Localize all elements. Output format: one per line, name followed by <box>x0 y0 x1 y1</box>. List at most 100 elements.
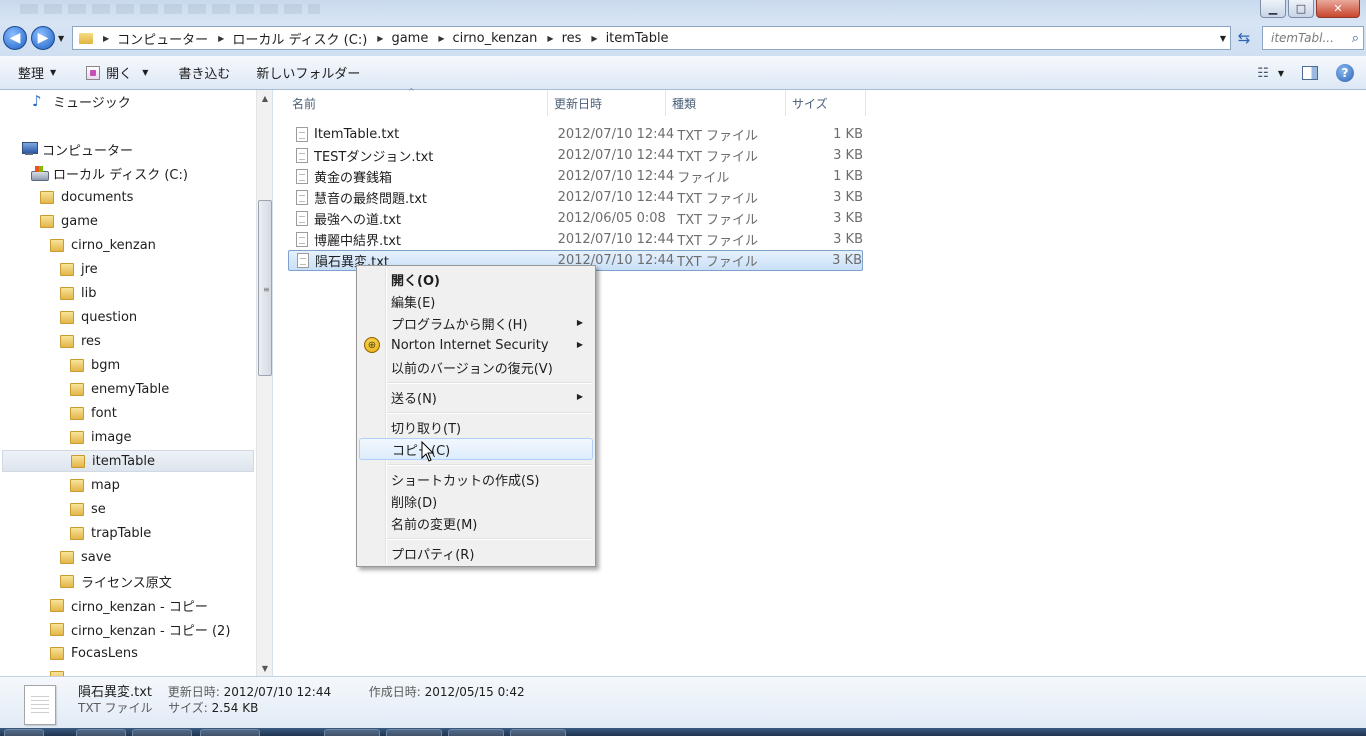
file-row[interactable]: TESTダンジョン.txt 2012/07/10 12:44 TXT ファイル … <box>288 145 863 166</box>
tree-item-label: cirno_kenzan - コピー <box>71 599 208 615</box>
address-row: ◀ ▶ ▼ ▶ コンピューター ▶ ローカル ディスク (C:) ▶ game … <box>0 22 1366 56</box>
file-row[interactable]: 慧音の最終問題.txt 2012/07/10 12:44 TXT ファイル 3 … <box>288 187 863 208</box>
chevron-right-icon[interactable]: ▶ <box>547 34 553 43</box>
scroll-down-arrow-icon[interactable]: ▼ <box>257 660 272 676</box>
taskbar-button[interactable] <box>448 729 504 736</box>
maximize-button[interactable]: □ <box>1288 0 1314 18</box>
tree-item-font[interactable]: font <box>70 402 117 424</box>
new-folder-button[interactable]: 新しいフォルダー <box>246 60 370 86</box>
breadcrumb-local-disk[interactable]: ローカル ディスク (C:) <box>232 29 367 48</box>
menu-item-restore-previous[interactable]: 以前のバージョンの復元(V) <box>359 356 593 378</box>
column-label: サイズ <box>792 96 828 111</box>
tree-item-music[interactable]: ♪ ミュージック <box>32 90 131 112</box>
column-header-date[interactable]: 更新日時 <box>548 90 666 116</box>
search-input[interactable]: itemTabl... ⌕ <box>1262 26 1364 50</box>
tree-item-label: itemTable <box>92 453 155 469</box>
tree-item-image[interactable]: image <box>70 426 132 448</box>
tree-item-cirno-kenzan[interactable]: cirno_kenzan <box>50 234 156 256</box>
taskbar-button[interactable] <box>324 729 380 736</box>
change-view-button[interactable]: ☷ ▼ <box>1257 66 1284 81</box>
tree-item-se[interactable]: se <box>70 498 106 520</box>
file-row[interactable]: 黄金の賽銭箱 2012/07/10 12:44 ファイル 1 KB <box>288 166 863 187</box>
menu-item-copy[interactable]: コピー(C) <box>359 438 593 460</box>
address-history-dropdown[interactable]: ▼ <box>1220 34 1226 43</box>
search-icon[interactable]: ⌕ <box>1352 31 1359 46</box>
menu-item-properties[interactable]: プロパティ(R) <box>359 542 593 564</box>
help-icon[interactable]: ? <box>1336 64 1354 82</box>
file-row[interactable]: 博麗中結界.txt 2012/07/10 12:44 TXT ファイル 3 KB <box>288 229 863 250</box>
back-button[interactable]: ◀ <box>3 26 27 50</box>
taskbar-button[interactable] <box>132 729 192 736</box>
folder-icon <box>60 262 74 276</box>
nav-scrollbar[interactable]: ▲ ≡ ▼ <box>256 90 272 676</box>
menu-item-rename[interactable]: 名前の変更(M) <box>359 512 593 534</box>
tree-item-documents[interactable]: documents <box>40 186 133 208</box>
chevron-right-icon[interactable]: ▶ <box>377 34 383 43</box>
address-bar[interactable]: ▶ コンピューター ▶ ローカル ディスク (C:) ▶ game ▶ cirn… <box>72 26 1231 50</box>
column-header-type[interactable]: 種類 <box>666 90 786 116</box>
menu-item-edit[interactable]: 編集(E) <box>359 290 593 312</box>
tree-item-game[interactable]: game <box>40 210 98 232</box>
preview-pane-icon[interactable] <box>1302 66 1318 80</box>
menu-item-open[interactable]: 開く(O) <box>359 268 593 290</box>
breadcrumb-itemtable[interactable]: itemTable <box>606 31 669 46</box>
tree-item-focaslens[interactable]: FocasLens <box>50 642 138 664</box>
taskbar-button[interactable] <box>200 729 260 736</box>
details-modified-value: 2012/07/10 12:44 <box>223 685 332 699</box>
recent-pages-dropdown[interactable]: ▼ <box>58 34 64 43</box>
tree-item-partial[interactable] <box>50 666 71 676</box>
file-row[interactable]: 最強への道.txt 2012/06/05 0:08 TXT ファイル 3 KB <box>288 208 863 229</box>
forward-button[interactable]: ▶ <box>31 26 55 50</box>
tree-item-local-disk[interactable]: ローカル ディスク (C:) <box>30 162 188 184</box>
tree-item-itemtable[interactable]: itemTable <box>2 450 254 472</box>
tree-item-label: font <box>91 405 117 421</box>
menu-item-cut[interactable]: 切り取り(T) <box>359 416 593 438</box>
breadcrumb-res[interactable]: res <box>562 31 582 46</box>
burn-button[interactable]: 書き込む <box>168 60 240 86</box>
chevron-right-icon[interactable]: ▶ <box>438 34 444 43</box>
tree-item-jre[interactable]: jre <box>60 258 98 280</box>
text-file-icon <box>296 232 308 247</box>
folder-icon <box>60 310 74 324</box>
taskbar-button[interactable] <box>510 729 566 736</box>
tree-item-bgm[interactable]: bgm <box>70 354 120 376</box>
column-header-size[interactable]: サイズ <box>786 90 866 116</box>
minimize-button[interactable]: ▁ <box>1260 0 1286 18</box>
tree-item-lib[interactable]: lib <box>60 282 96 304</box>
close-button[interactable]: ✕ <box>1316 0 1360 18</box>
tree-item-license[interactable]: ライセンス原文 <box>60 570 172 592</box>
tree-item-enemytable[interactable]: enemyTable <box>70 378 169 400</box>
breadcrumb-game[interactable]: game <box>391 31 428 46</box>
file-type: TXT ファイル <box>677 150 759 165</box>
chevron-right-icon[interactable]: ▶ <box>103 34 109 43</box>
chevron-right-icon[interactable]: ▶ <box>218 34 224 43</box>
breadcrumb-computer[interactable]: コンピューター <box>117 29 208 48</box>
organize-button[interactable]: 整理 ▼ <box>8 60 66 86</box>
tree-item-cirno-kenzan-copy-2[interactable]: cirno_kenzan - コピー (2) <box>50 618 230 640</box>
file-row[interactable]: ItemTable.txt 2012/07/10 12:44 TXT ファイル … <box>288 124 863 145</box>
breadcrumb-cirno-kenzan[interactable]: cirno_kenzan <box>453 31 538 46</box>
taskbar-button[interactable] <box>76 729 126 736</box>
menu-item-open-with[interactable]: プログラムから開く(H) ▶ <box>359 312 593 334</box>
chevron-right-icon[interactable]: ▶ <box>591 34 597 43</box>
menu-item-delete[interactable]: 削除(D) <box>359 490 593 512</box>
scrollbar-thumb[interactable]: ≡ <box>258 200 272 376</box>
menu-item-create-shortcut[interactable]: ショートカットの作成(S) <box>359 468 593 490</box>
open-button[interactable]: 開く ▼ <box>76 60 158 86</box>
start-button[interactable] <box>4 729 44 736</box>
tree-item-cirno-kenzan-copy[interactable]: cirno_kenzan - コピー <box>50 594 208 616</box>
tree-item-res[interactable]: res <box>60 330 101 352</box>
scroll-up-arrow-icon[interactable]: ▲ <box>257 90 272 106</box>
tree-item-save[interactable]: save <box>60 546 111 568</box>
tree-item-traptable[interactable]: trapTable <box>70 522 151 544</box>
menu-item-send-to[interactable]: 送る(N) ▶ <box>359 386 593 408</box>
refresh-icon[interactable]: ⇆ <box>1233 26 1255 50</box>
tree-item-computer[interactable]: コンピューター <box>20 138 133 160</box>
tree-item-map[interactable]: map <box>70 474 120 496</box>
menu-separator <box>387 464 593 466</box>
tree-item-question[interactable]: question <box>60 306 137 328</box>
file-type: TXT ファイル <box>677 192 759 207</box>
column-header-name[interactable]: ^ 名前 <box>286 87 548 116</box>
menu-item-norton[interactable]: ⊕ Norton Internet Security ▶ <box>359 334 593 356</box>
taskbar-button[interactable] <box>386 729 442 736</box>
